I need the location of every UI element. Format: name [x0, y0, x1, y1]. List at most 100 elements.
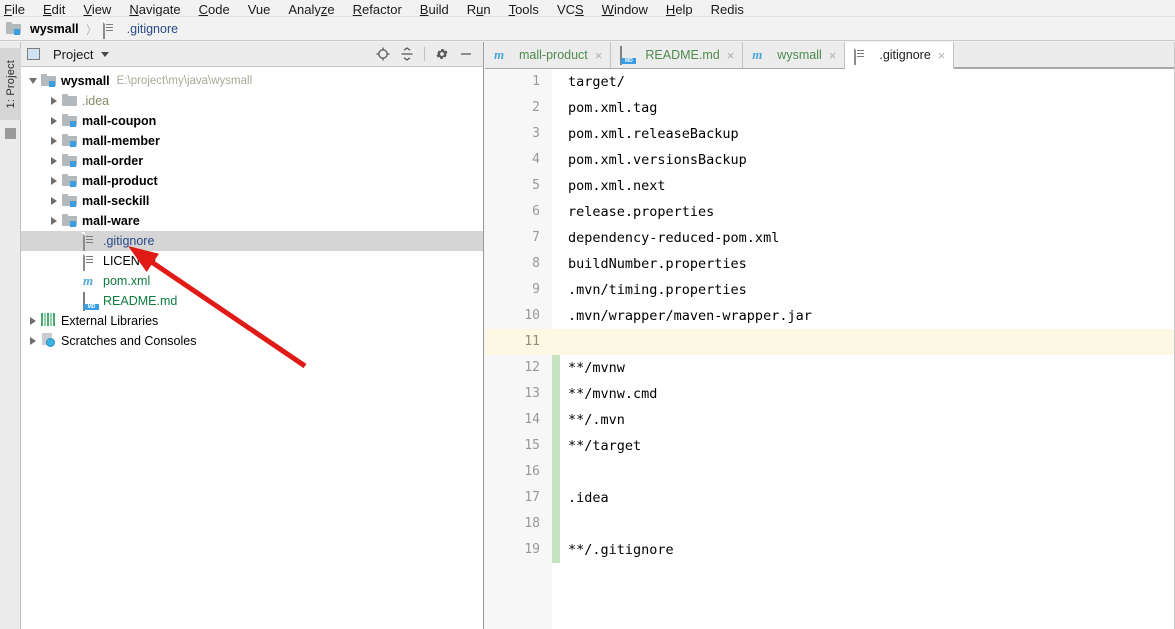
- chevron-right-icon[interactable]: [25, 333, 41, 349]
- tool-window-button-project-label: 1: Project: [4, 59, 17, 109]
- menu-item-build[interactable]: Build: [411, 2, 458, 16]
- chevron-down-icon[interactable]: [25, 73, 41, 89]
- close-icon[interactable]: ×: [727, 49, 735, 62]
- menu-item-edit[interactable]: Edit: [34, 2, 74, 16]
- code-line[interactable]: pom.xml.next: [560, 173, 1175, 199]
- editor-tab-mall-product[interactable]: m mall-product ×: [485, 42, 612, 68]
- line-number: 12: [524, 360, 540, 375]
- code-line[interactable]: pom.xml.versionsBackup: [560, 147, 1175, 173]
- editor-tab-label: mall-product: [519, 48, 588, 62]
- menu-bar: File Edit View Navigate Code Vue Analyze Refact…: [0, 0, 1175, 17]
- tree-row[interactable]: MD README.md: [21, 291, 483, 311]
- tree-row[interactable]: mall-ware: [21, 211, 483, 231]
- code-line[interactable]: dependency-reduced-pom.xml: [560, 225, 1175, 251]
- code-line[interactable]: .idea: [560, 485, 1175, 511]
- chevron-right-icon[interactable]: [46, 193, 62, 209]
- hide-panel-button[interactable]: [455, 44, 477, 64]
- code-line[interactable]: buildNumber.properties: [560, 251, 1175, 277]
- tree-twisty-spacer: [67, 293, 83, 309]
- menu-item-vcs[interactable]: VCS: [548, 2, 593, 16]
- line-number: 11: [485, 329, 552, 355]
- menu-item-redis[interactable]: Redis: [702, 2, 753, 16]
- code-line[interactable]: release.properties: [560, 199, 1175, 225]
- tree-row[interactable]: mall-order: [21, 151, 483, 171]
- tree-row[interactable]: LICENSE: [21, 251, 483, 271]
- module-folder-icon: [41, 73, 58, 89]
- code-line[interactable]: target/: [560, 69, 1175, 95]
- code-editor[interactable]: 1 2 3 4 5 6 7 8 9 10 11 12 13 14 15 16 17 18 19 target/pom…: [485, 69, 1175, 629]
- tree-item-label: mall-member: [82, 134, 160, 148]
- menu-item-navigate[interactable]: Navigate: [120, 2, 189, 16]
- scroll-from-source-button[interactable]: [372, 44, 394, 64]
- chevron-right-icon[interactable]: [46, 113, 62, 129]
- menu-item-window[interactable]: Window: [593, 2, 657, 16]
- code-line[interactable]: **/.mvn: [560, 407, 1175, 433]
- editor-tab-wysmall[interactable]: m wysmall ×: [743, 42, 846, 68]
- tree-item-label: .idea: [82, 94, 110, 108]
- chevron-right-icon[interactable]: [46, 213, 62, 229]
- project-tree[interactable]: wysmall E:\project\my\java\wysmall .idea ma…: [21, 67, 483, 628]
- tree-row[interactable]: mall-coupon: [21, 111, 483, 131]
- breadcrumb: wysmall 〉 .gitignore: [0, 18, 1175, 41]
- menu-item-refactor[interactable]: Refactor: [344, 2, 411, 16]
- project-tool-window: Project wysmall E:\project\my\java\wysma…: [21, 42, 484, 629]
- module-folder-icon: [62, 113, 79, 129]
- breadcrumb-item-file[interactable]: .gitignore: [100, 20, 178, 39]
- tree-item-label: mall-product: [82, 174, 158, 188]
- menu-item-analyze[interactable]: Analyze: [279, 2, 343, 16]
- tree-row[interactable]: .idea: [21, 91, 483, 111]
- collapse-all-button[interactable]: [396, 44, 418, 64]
- close-icon[interactable]: ×: [938, 49, 946, 62]
- menu-item-help[interactable]: Help: [657, 2, 702, 16]
- tree-row-selected[interactable]: .gitignore: [21, 231, 483, 251]
- code-line[interactable]: [560, 329, 1175, 355]
- code-line[interactable]: .mvn/timing.properties: [560, 277, 1175, 303]
- code-lines[interactable]: target/pom.xml.tag pom.xml.releaseBackup p…: [560, 69, 1175, 629]
- menu-item-vue[interactable]: Vue: [239, 2, 280, 16]
- chevron-right-icon[interactable]: [46, 153, 62, 169]
- editor-tab-readme-md[interactable]: MD README.md ×: [611, 42, 744, 68]
- tool-window-button-project[interactable]: 1: Project: [0, 48, 21, 120]
- menu-item-tools[interactable]: Tools: [500, 2, 548, 16]
- code-line[interactable]: [560, 459, 1175, 485]
- chevron-right-icon[interactable]: [25, 313, 41, 329]
- editor-tab-label: README.md: [645, 48, 720, 62]
- close-icon[interactable]: ×: [595, 49, 603, 62]
- menu-item-code[interactable]: Code: [190, 2, 239, 16]
- tree-row[interactable]: wysmall E:\project\my\java\wysmall: [21, 71, 483, 91]
- tree-row[interactable]: mall-seckill: [21, 191, 483, 211]
- editor-tab-bar-filler: [954, 42, 1175, 68]
- tree-row[interactable]: mall-product: [21, 171, 483, 191]
- tree-row[interactable]: mall-member: [21, 131, 483, 151]
- code-line[interactable]: .mvn/wrapper/maven-wrapper.jar: [560, 303, 1175, 329]
- project-panel-header: Project: [21, 42, 483, 67]
- tree-row[interactable]: Scratches and Consoles: [21, 331, 483, 351]
- code-line[interactable]: **/.gitignore: [560, 537, 1175, 563]
- breadcrumb-item-project[interactable]: wysmall: [6, 21, 79, 37]
- project-settings-button[interactable]: [431, 44, 453, 64]
- tree-row[interactable]: m pom.xml: [21, 271, 483, 291]
- line-number: 18: [524, 516, 540, 531]
- code-line[interactable]: **/mvnw: [560, 355, 1175, 381]
- menu-item-view[interactable]: View: [74, 2, 120, 16]
- code-line[interactable]: pom.xml.releaseBackup: [560, 121, 1175, 147]
- tree-row[interactable]: External Libraries: [21, 311, 483, 331]
- project-view-selector[interactable]: Project: [27, 46, 110, 62]
- chevron-right-icon[interactable]: [46, 173, 62, 189]
- breadcrumb-project-label: wysmall: [30, 22, 79, 36]
- structure-tool-icon[interactable]: [5, 128, 16, 139]
- editor-tab-gitignore[interactable]: .gitignore ×: [845, 42, 955, 69]
- code-line[interactable]: pom.xml.tag: [560, 95, 1175, 121]
- line-number: 10: [524, 308, 540, 323]
- chevron-right-icon[interactable]: [46, 133, 62, 149]
- vcs-added-lines-marker[interactable]: [552, 355, 560, 563]
- menu-item-file[interactable]: File: [0, 2, 34, 16]
- chevron-right-icon[interactable]: [46, 93, 62, 109]
- file-icon: [852, 46, 871, 65]
- menu-item-run[interactable]: Run: [458, 2, 500, 16]
- code-line[interactable]: **/target: [560, 433, 1175, 459]
- code-line[interactable]: [560, 511, 1175, 537]
- code-line[interactable]: **/mvnw.cmd: [560, 381, 1175, 407]
- close-icon[interactable]: ×: [829, 49, 837, 62]
- editor-tab-label: wysmall: [777, 48, 822, 62]
